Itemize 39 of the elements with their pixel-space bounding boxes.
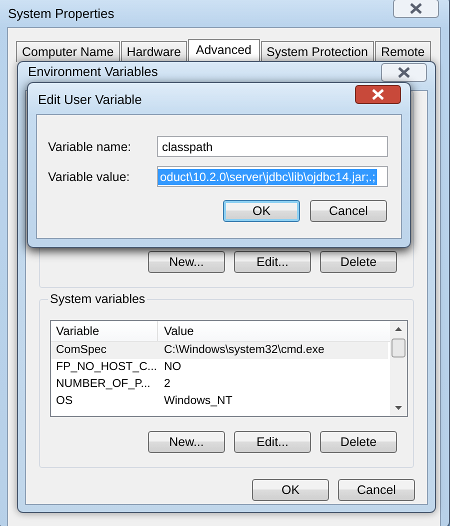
- close-icon[interactable]: [381, 63, 427, 82]
- tab[interactable]: Remote: [374, 41, 431, 62]
- list-row[interactable]: NUMBER_OF_P... 2: [51, 376, 388, 393]
- variable-name: FP_NO_HOST_C...: [55, 360, 158, 375]
- tab[interactable]: Advanced: [188, 39, 260, 63]
- dialog-button[interactable]: New...: [148, 251, 225, 273]
- dialog-button[interactable]: Cancel: [338, 479, 415, 501]
- tab[interactable]: System Protection: [260, 41, 374, 62]
- variable-value: C:\Windows\system32\cmd.exe: [163, 343, 324, 358]
- variable-name: ComSpec: [55, 343, 108, 358]
- dialog-button[interactable]: New...: [148, 431, 225, 453]
- list-row[interactable]: OS Windows_NT: [51, 393, 388, 410]
- window-title: Edit User Variable: [38, 92, 142, 107]
- variable-value: Windows_NT: [163, 394, 232, 409]
- close-icon[interactable]: [393, 0, 439, 18]
- dialog-button[interactable]: Cancel: [310, 200, 387, 222]
- list-row[interactable]: FP_NO_HOST_C... NO: [51, 359, 388, 376]
- dialog-button[interactable]: Edit...: [234, 431, 311, 453]
- window-title: System Properties: [8, 6, 114, 21]
- group-label: System variables: [48, 292, 148, 306]
- variable-name: NUMBER_OF_P...: [55, 377, 152, 392]
- field-label: Variable value:: [48, 170, 131, 184]
- window-title: Environment Variables: [28, 64, 158, 79]
- tab[interactable]: Hardware: [120, 41, 187, 62]
- variable-name: OS: [55, 394, 74, 409]
- close-icon[interactable]: [355, 85, 401, 104]
- dialog-button[interactable]: OK: [252, 479, 329, 501]
- dialog-button[interactable]: Delete: [320, 431, 397, 453]
- list-row[interactable]: ComSpec C:\Windows\system32\cmd.exe: [51, 342, 388, 359]
- dialog-button[interactable]: OK: [223, 200, 300, 222]
- variable-value: 2: [163, 377, 170, 392]
- dialog-button[interactable]: Delete: [320, 251, 397, 273]
- dialog-button[interactable]: Edit...: [234, 251, 311, 273]
- input-field[interactable]: classpath: [157, 136, 388, 157]
- variable-value: NO: [163, 360, 182, 375]
- tab[interactable]: Computer Name: [16, 41, 120, 62]
- column-header[interactable]: Value: [158, 321, 194, 341]
- column-header[interactable]: Variable: [51, 321, 158, 341]
- field-label: Variable name:: [48, 140, 132, 154]
